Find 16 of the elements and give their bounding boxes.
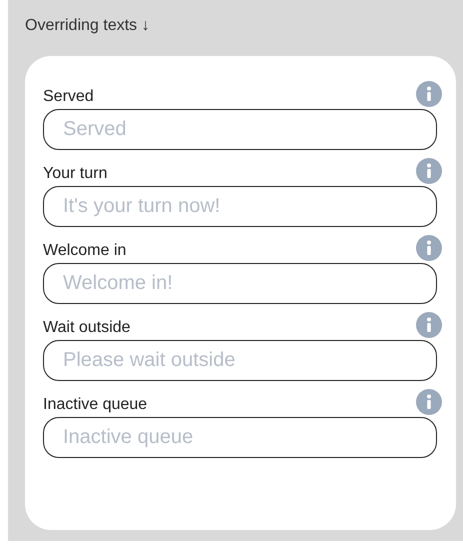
text-field[interactable]: Inactive queue — [43, 417, 437, 458]
field-label: Your turn — [43, 164, 108, 184]
text-field[interactable]: Please wait outside — [43, 340, 437, 381]
info-icon[interactable] — [416, 81, 442, 107]
section-title: Overriding texts ↓ — [25, 16, 150, 36]
info-icon[interactable] — [416, 389, 442, 415]
info-icon[interactable] — [416, 158, 442, 184]
text-field[interactable]: Welcome in! — [43, 263, 437, 304]
field-label: Welcome in — [43, 241, 126, 261]
text-field[interactable]: Served — [43, 109, 437, 150]
info-icon[interactable] — [416, 312, 442, 338]
field-label: Served — [43, 87, 94, 107]
field-label: Wait outside — [43, 318, 130, 338]
field-label: Inactive queue — [43, 395, 148, 415]
info-icon[interactable] — [416, 235, 442, 261]
text-field[interactable]: It's your turn now! — [43, 186, 437, 227]
